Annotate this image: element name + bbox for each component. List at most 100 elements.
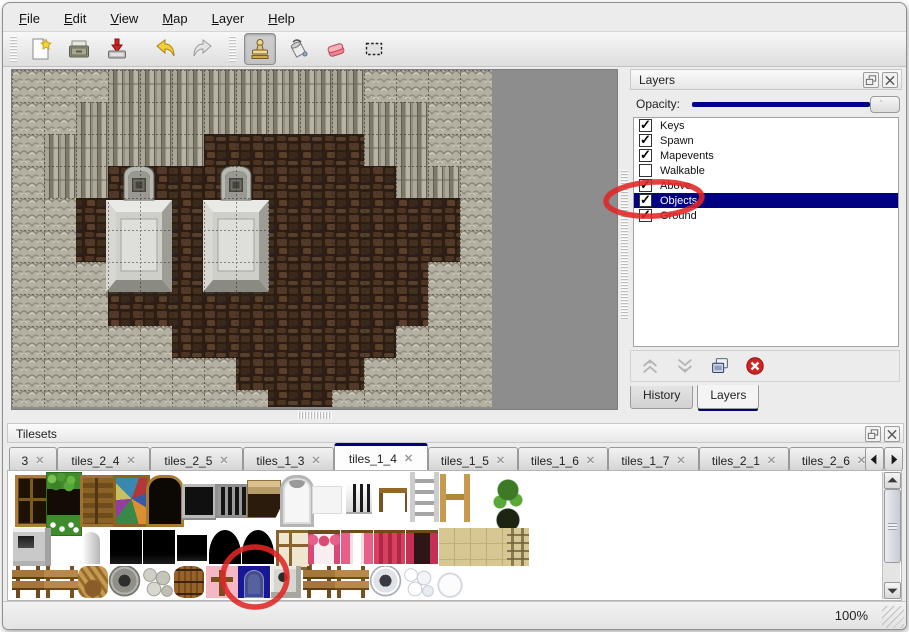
tile-blankTile[interactable] <box>312 486 342 514</box>
layer-row-spawn[interactable]: Spawn <box>634 133 898 148</box>
tile-tableSm[interactable] <box>379 488 407 512</box>
move-layer-up-button[interactable] <box>639 355 661 377</box>
resize-grip[interactable] <box>882 606 904 628</box>
map-canvas[interactable] <box>11 69 618 410</box>
tileset-tab-tiles_2_4[interactable]: tiles_2_4✕ <box>57 447 150 470</box>
tile-wellStone[interactable] <box>108 566 141 598</box>
tileset-tab-tiles_1_6[interactable]: tiles_1_6✕ <box>518 447 608 470</box>
tileset-tab-tiles_1_5[interactable]: tiles_1_5✕ <box>428 447 518 470</box>
tileset-vertical-scrollbar[interactable] <box>882 472 900 599</box>
tile-winShutter[interactable] <box>80 475 116 527</box>
tile-furnace[interactable] <box>13 528 51 566</box>
tab-close-icon[interactable]: ✕ <box>311 454 320 467</box>
tile-flowerTop[interactable] <box>46 472 82 536</box>
tile-blackSq[interactable] <box>110 530 142 564</box>
opacity-slider-track[interactable] <box>692 102 870 107</box>
tile-wellSnow[interactable] <box>369 566 402 598</box>
menu-layer[interactable]: Layer <box>202 9 255 29</box>
tile-win4[interactable] <box>276 530 312 570</box>
tab-close-icon[interactable]: ✕ <box>126 454 135 467</box>
layer-visibility-checkbox[interactable] <box>639 149 652 162</box>
tile-woodFrame[interactable] <box>440 474 470 522</box>
opacity-slider-handle[interactable] <box>870 96 900 113</box>
tile-winStained[interactable] <box>113 475 150 527</box>
layer-visibility-checkbox[interactable] <box>639 119 652 132</box>
tile-doorHalf[interactable] <box>82 532 100 564</box>
tile-bench[interactable] <box>12 566 44 598</box>
dock-tab-layers[interactable]: Layers <box>697 385 759 409</box>
tile-curtainClosed[interactable] <box>374 530 405 564</box>
tile-grill[interactable] <box>346 484 372 512</box>
tile-stoneBlock[interactable] <box>271 566 301 598</box>
tile-archWhite[interactable] <box>280 475 314 527</box>
tile-curtainWin[interactable] <box>406 530 438 564</box>
tile-barrel[interactable] <box>174 566 204 598</box>
tile-bench[interactable] <box>303 566 335 598</box>
tileset-content[interactable] <box>7 470 902 601</box>
tileset-tab-tiles_1_4[interactable]: tiles_1_4✕ <box>334 443 428 470</box>
tile-tombSel-selected[interactable] <box>238 566 270 598</box>
layer-row-walkable[interactable]: Walkable <box>634 163 898 178</box>
tile-winArch[interactable] <box>146 475 184 527</box>
tile-stones[interactable] <box>141 566 173 598</box>
tile-moundSnow[interactable] <box>434 566 466 598</box>
new-file-button[interactable] <box>25 33 57 65</box>
close-panel-button[interactable] <box>884 426 900 442</box>
tile-blackSq[interactable] <box>143 530 175 564</box>
dock-tab-history[interactable]: History <box>630 386 693 409</box>
stamp-tool-button[interactable] <box>244 33 276 65</box>
tab-close-icon[interactable]: ✕ <box>404 452 413 465</box>
tab-close-icon[interactable]: ✕ <box>676 454 685 467</box>
tile-winBarred[interactable] <box>215 484 249 518</box>
scroll-up-button[interactable] <box>884 472 901 489</box>
layer-row-keys[interactable]: Keys <box>634 118 898 133</box>
redo-button[interactable] <box>187 33 219 65</box>
menu-file[interactable]: File <box>9 9 50 29</box>
tab-close-icon[interactable]: ✕ <box>586 454 595 467</box>
undo-button[interactable] <box>149 33 181 65</box>
tile-crossPink[interactable] <box>206 566 238 598</box>
layer-row-ground[interactable]: Ground <box>634 208 898 223</box>
layer-row-above[interactable]: Above <box>634 178 898 193</box>
tile-curtainVal[interactable] <box>308 530 340 564</box>
layer-visibility-checkbox[interactable] <box>639 209 652 222</box>
tile-wallLadder[interactable] <box>507 528 529 566</box>
tile-awning[interactable] <box>247 480 281 518</box>
tile-wallTan[interactable] <box>439 528 507 566</box>
horizontal-splitter[interactable] <box>11 410 618 421</box>
eraser-tool-button[interactable] <box>320 33 352 65</box>
toolbar-handle[interactable] <box>229 36 236 62</box>
layer-visibility-checkbox[interactable] <box>639 194 652 207</box>
menu-map[interactable]: Map <box>152 9 197 29</box>
layer-row-mapevents[interactable]: Mapevents <box>634 148 898 163</box>
move-layer-down-button[interactable] <box>674 355 696 377</box>
layer-visibility-checkbox[interactable] <box>639 179 652 192</box>
layer-row-objects[interactable]: Objects <box>634 193 898 208</box>
tile-barrelBroken[interactable] <box>78 566 108 598</box>
tile-curtainOpen[interactable] <box>341 530 373 564</box>
tab-close-icon[interactable]: ✕ <box>496 454 505 467</box>
save-button[interactable] <box>101 33 133 65</box>
open-button[interactable] <box>63 33 95 65</box>
float-panel-button[interactable] <box>863 72 879 88</box>
tab-close-icon[interactable]: ✕ <box>35 454 44 467</box>
scrollbar-handle[interactable] <box>884 489 901 563</box>
tile-blackArch[interactable] <box>209 530 241 564</box>
tile-blackSq[interactable] <box>177 535 207 561</box>
tileset-tab-tiles_1_7[interactable]: tiles_1_7✕ <box>608 447 699 470</box>
tile-bench2[interactable] <box>335 566 369 598</box>
tile-ladder[interactable] <box>410 472 439 522</box>
tab-close-icon[interactable]: ✕ <box>767 454 776 467</box>
menu-help[interactable]: Help <box>258 9 305 29</box>
layer-visibility-checkbox[interactable] <box>639 164 652 177</box>
menu-edit[interactable]: Edit <box>54 9 96 29</box>
tileset-tab-tiles_1_3[interactable]: tiles_1_3✕ <box>243 447 334 470</box>
tab-close-icon[interactable]: ✕ <box>219 454 228 467</box>
close-panel-button[interactable] <box>882 72 898 88</box>
float-panel-button[interactable] <box>865 426 881 442</box>
rect-select-tool-button[interactable] <box>358 33 390 65</box>
tab-scroll-left-button[interactable] <box>865 447 884 471</box>
tab-scroll-right-button[interactable] <box>884 447 903 471</box>
delete-layer-button[interactable] <box>744 355 766 377</box>
menu-view[interactable]: View <box>100 9 148 29</box>
